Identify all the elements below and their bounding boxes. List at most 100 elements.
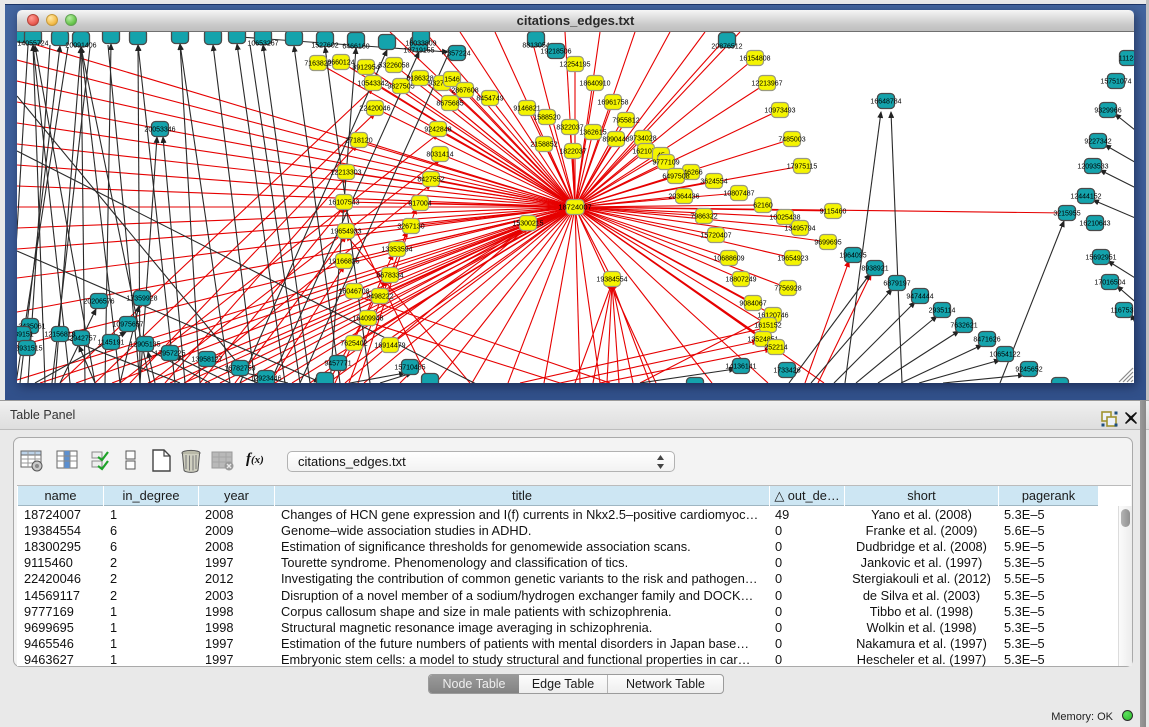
svg-text:13931515: 13931515 bbox=[17, 346, 43, 353]
svg-text:7955812: 7955812 bbox=[612, 118, 639, 125]
svg-text:16107543: 16107543 bbox=[328, 200, 359, 207]
svg-text:1964095: 1964095 bbox=[839, 253, 866, 260]
svg-text:9242848: 9242848 bbox=[424, 127, 451, 134]
svg-text:1615152: 1615152 bbox=[754, 323, 781, 330]
svg-text:16154808: 16154808 bbox=[739, 56, 770, 63]
svg-text:8660124: 8660124 bbox=[327, 60, 354, 67]
svg-text:17016504: 17016504 bbox=[1094, 280, 1125, 287]
svg-text:9498222: 9498222 bbox=[366, 294, 393, 301]
svg-text:9245652: 9245652 bbox=[1015, 367, 1042, 374]
svg-text:2718120: 2718120 bbox=[345, 138, 372, 145]
svg-text:8938921: 8938921 bbox=[861, 266, 888, 273]
svg-text:7986322: 7986322 bbox=[690, 214, 717, 221]
svg-text:16033809: 16033809 bbox=[405, 41, 436, 48]
svg-text:8454749: 8454749 bbox=[476, 96, 503, 103]
svg-text:9699695: 9699695 bbox=[814, 240, 841, 247]
svg-text:12905135: 12905135 bbox=[129, 342, 160, 349]
svg-text:15710485: 15710485 bbox=[394, 365, 425, 372]
svg-text:9146821: 9146821 bbox=[513, 106, 540, 113]
svg-text:13353594: 13353594 bbox=[381, 247, 412, 254]
svg-text:7756928: 7756928 bbox=[774, 286, 801, 293]
svg-text:17957225: 17957225 bbox=[154, 351, 185, 358]
svg-text:7632621: 7632621 bbox=[950, 323, 977, 330]
svg-text:9115460: 9115460 bbox=[820, 209, 847, 216]
svg-text:15751074: 15751074 bbox=[1100, 79, 1131, 86]
svg-text:17975115: 17975115 bbox=[787, 164, 818, 171]
svg-text:14055724: 14055724 bbox=[17, 41, 48, 48]
svg-text:11123: 11123 bbox=[1119, 56, 1134, 63]
svg-text:16046708: 16046708 bbox=[338, 289, 369, 296]
svg-text:8427552: 8427552 bbox=[417, 177, 444, 184]
svg-text:9227342: 9227342 bbox=[1084, 139, 1111, 146]
svg-text:1546: 1546 bbox=[444, 77, 460, 84]
svg-text:22420046: 22420046 bbox=[359, 106, 390, 113]
svg-text:12213303: 12213303 bbox=[330, 170, 361, 177]
svg-text:12254195: 12254195 bbox=[559, 62, 590, 69]
svg-text:8031414: 8031414 bbox=[426, 152, 453, 159]
svg-text:3624554: 3624554 bbox=[700, 179, 727, 186]
svg-text:10654122: 10654122 bbox=[989, 352, 1020, 359]
svg-text:16961758: 16961758 bbox=[597, 100, 628, 107]
svg-text:6466160: 6466160 bbox=[342, 44, 369, 51]
svg-text:9474444: 9474444 bbox=[906, 294, 933, 301]
svg-text:9734028: 9734028 bbox=[629, 136, 656, 143]
svg-text:1822037: 1822037 bbox=[559, 149, 586, 156]
svg-text:19384554: 19384554 bbox=[596, 277, 627, 284]
svg-text:10973493: 10973493 bbox=[764, 108, 795, 115]
svg-text:439151: 439151 bbox=[17, 332, 34, 339]
svg-text:2867608: 2867608 bbox=[451, 88, 478, 95]
svg-text:12213967: 12213967 bbox=[751, 81, 782, 88]
svg-text:62160: 62160 bbox=[753, 203, 773, 210]
svg-text:18640910: 18640910 bbox=[579, 81, 610, 88]
svg-text:16409948: 16409948 bbox=[352, 316, 383, 323]
svg-text:6879197: 6879197 bbox=[883, 281, 910, 288]
svg-text:20206576: 20206576 bbox=[83, 299, 114, 306]
svg-text:20053346: 20053346 bbox=[144, 127, 175, 134]
svg-text:13495794: 13495794 bbox=[784, 226, 815, 233]
svg-text:8912954: 8912954 bbox=[352, 65, 379, 72]
svg-text:10688609: 10688609 bbox=[713, 256, 744, 263]
svg-text:8471626: 8471626 bbox=[973, 337, 1000, 344]
svg-text:1167531: 1167531 bbox=[1111, 308, 1134, 315]
svg-text:18724007: 18724007 bbox=[558, 203, 591, 212]
svg-text:9329966: 9329966 bbox=[1094, 108, 1121, 115]
svg-text:14136141: 14136141 bbox=[725, 364, 756, 371]
svg-text:12156819: 12156819 bbox=[44, 332, 75, 339]
svg-text:1362615: 1362615 bbox=[579, 130, 606, 137]
svg-text:18807249: 18807249 bbox=[725, 277, 756, 284]
svg-text:3267130: 3267130 bbox=[397, 224, 424, 231]
svg-text:12093533: 12093533 bbox=[1077, 164, 1108, 171]
svg-text:19654933: 19654933 bbox=[330, 229, 361, 236]
svg-text:12923446: 12923446 bbox=[250, 376, 281, 383]
svg-text:9827505: 9827505 bbox=[387, 84, 414, 91]
svg-text:1733426: 1733426 bbox=[773, 368, 800, 375]
svg-text:1588520: 1588520 bbox=[533, 115, 560, 122]
svg-text:7625402: 7625402 bbox=[340, 341, 367, 348]
svg-text:16648784: 16648784 bbox=[870, 99, 901, 106]
svg-text:15692951: 15692951 bbox=[1085, 255, 1116, 262]
svg-text:8678334: 8678334 bbox=[376, 273, 403, 280]
svg-text:19218506: 19218506 bbox=[540, 49, 571, 56]
svg-text:12444152: 12444152 bbox=[1070, 194, 1101, 201]
svg-text:10719155: 10719155 bbox=[403, 48, 434, 55]
svg-text:9777109: 9777109 bbox=[652, 160, 679, 167]
svg-text:1527602: 1527602 bbox=[311, 43, 338, 50]
svg-text:2158852: 2158852 bbox=[530, 142, 557, 149]
svg-text:17359928: 17359928 bbox=[126, 296, 157, 303]
svg-text:7357224: 7357224 bbox=[443, 51, 470, 58]
svg-text:8675685: 8675685 bbox=[436, 101, 463, 108]
svg-text:252214: 252214 bbox=[764, 345, 787, 352]
svg-text:9084067: 9084067 bbox=[739, 301, 766, 308]
svg-text:15720407: 15720407 bbox=[700, 233, 731, 240]
svg-text:20091406: 20091406 bbox=[65, 43, 96, 50]
svg-text:10975657: 10975657 bbox=[112, 322, 143, 329]
svg-text:20876512: 20876512 bbox=[711, 44, 742, 51]
svg-text:16210643: 16210643 bbox=[1079, 221, 1110, 228]
svg-text:13958127: 13958127 bbox=[191, 357, 222, 364]
svg-text:16782759: 16782759 bbox=[224, 366, 255, 373]
svg-text:7485003: 7485003 bbox=[778, 137, 805, 144]
svg-text:9457771: 9457771 bbox=[324, 361, 351, 368]
svg-text:10543342: 10543342 bbox=[357, 81, 388, 88]
svg-text:19166825: 19166825 bbox=[328, 259, 359, 266]
svg-text:8990448: 8990448 bbox=[602, 137, 629, 144]
